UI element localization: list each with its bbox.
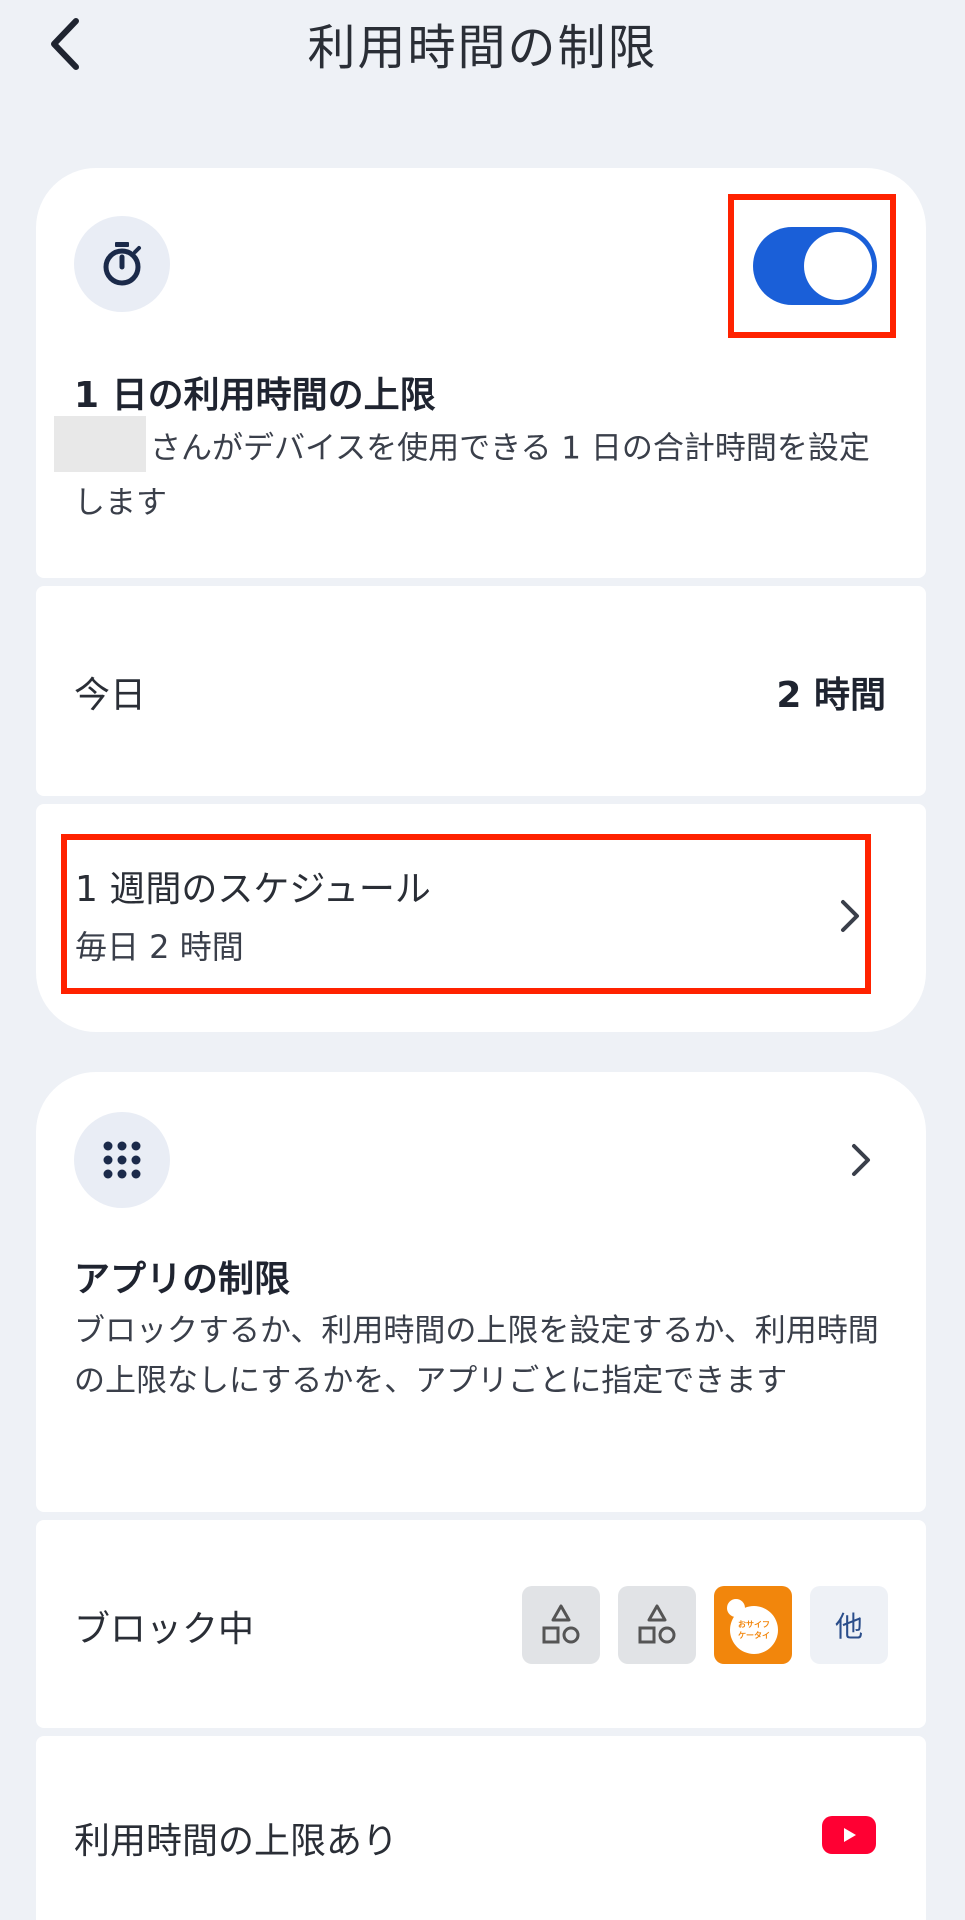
- toggle-knob: [804, 232, 872, 300]
- time-limited-row[interactable]: 利用時間の上限あり: [36, 1736, 926, 1920]
- page-title: 利用時間の制限: [307, 20, 658, 76]
- daily-limit-card: 1 日の利用時間の上限 さんがデバイスを使用できる 1 日の合計時間を設定します: [36, 168, 926, 578]
- blocked-app-icons: おサイフ ケータイ 他: [522, 1586, 888, 1664]
- daily-limit-toggle[interactable]: [753, 227, 877, 305]
- blocked-row[interactable]: ブロック中 おサイフ ケータイ 他: [36, 1520, 926, 1728]
- blocked-label: ブロック中: [74, 1609, 255, 1650]
- screen: 利用時間の制限 1 日の利用時間の上限 さんがデバイスを使用できる 1 日の合計…: [0, 0, 965, 1920]
- apps-grid-icon: [103, 1141, 141, 1179]
- app-limits-description: ブロックするか、利用時間の上限を設定するか、利用時間の上限なしにするかを、アプリ…: [74, 1313, 879, 1399]
- chevron-right-icon: [835, 896, 865, 936]
- youtube-icon: [822, 1816, 876, 1854]
- svg-text:おサイフ: おサイフ: [738, 1620, 770, 1629]
- today-label: 今日: [74, 675, 147, 716]
- app-limits-title: アプリの制限: [74, 1259, 291, 1300]
- weekly-schedule-title: 1 週間のスケジュール: [75, 869, 431, 910]
- weekly-schedule-card: 1 週間のスケジュール 毎日 2 時間: [36, 804, 926, 1032]
- generic-app-icon: [618, 1586, 696, 1664]
- daily-limit-title: 1 日の利用時間の上限: [74, 375, 436, 416]
- today-value: 2 時間: [776, 675, 886, 716]
- stopwatch-icon-circle: [74, 216, 170, 312]
- today-row[interactable]: 今日 2 時間: [36, 586, 926, 796]
- header: 利用時間の制限: [0, 0, 965, 90]
- chevron-right-icon: [846, 1140, 876, 1180]
- svg-text:ケータイ: ケータイ: [738, 1630, 770, 1640]
- daily-limit-description-text: さんがデバイスを使用できる 1 日の合計時間を設定します: [74, 430, 870, 522]
- weekly-schedule-row[interactable]: 1 週間のスケジュール 毎日 2 時間: [61, 834, 871, 994]
- stopwatch-icon: [103, 242, 141, 286]
- time-limited-label: 利用時間の上限あり: [74, 1821, 399, 1862]
- apps-icon-circle: [74, 1112, 170, 1208]
- redacted-name: [54, 416, 146, 472]
- weekly-schedule-subtitle: 毎日 2 時間: [75, 928, 244, 966]
- more-apps: 他: [810, 1586, 888, 1664]
- generic-app-icon: [522, 1586, 600, 1664]
- osaifu-keitai-icon: おサイフ ケータイ: [714, 1586, 792, 1664]
- app-limits-card[interactable]: アプリの制限 ブロックするか、利用時間の上限を設定するか、利用時間の上限なしにす…: [36, 1072, 926, 1512]
- toggle-highlight: [728, 194, 896, 338]
- daily-limit-description: さんがデバイスを使用できる 1 日の合計時間を設定します: [54, 416, 894, 528]
